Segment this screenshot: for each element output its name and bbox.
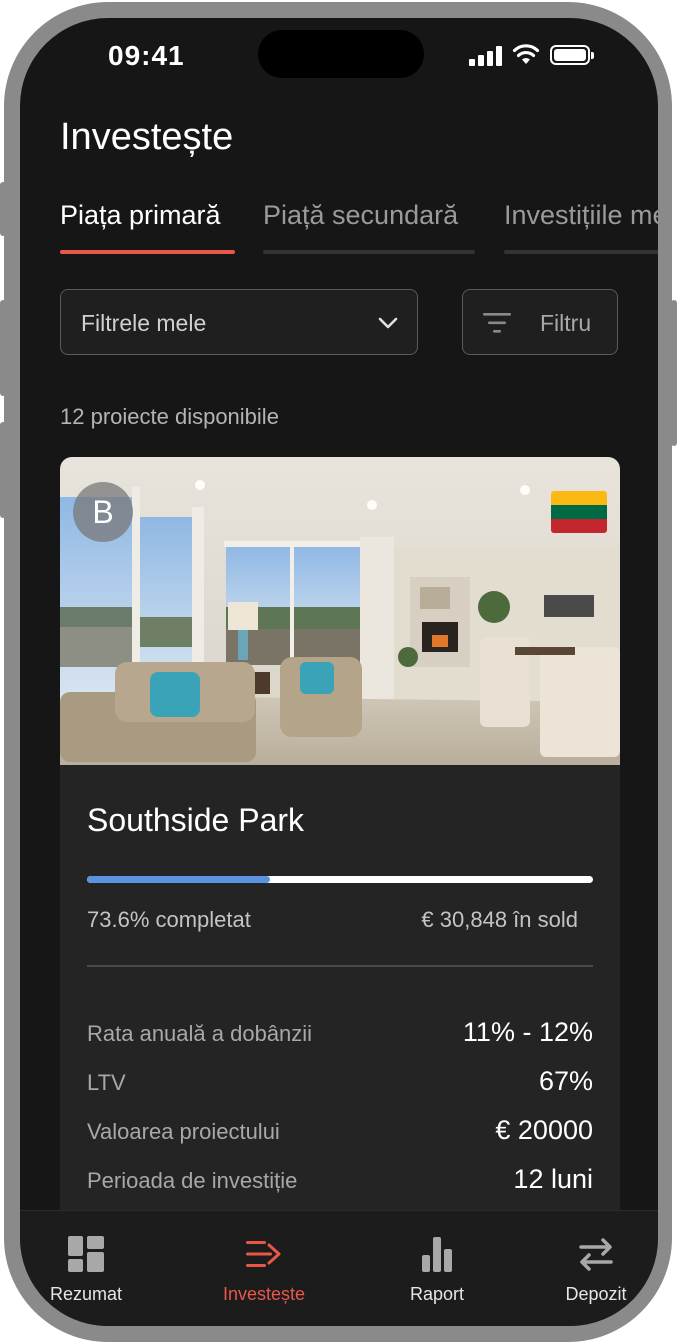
volume-down-button (0, 422, 6, 518)
tab-my-investments[interactable]: Investițiile mele (504, 200, 658, 256)
my-filters-label: Filtrele mele (81, 310, 207, 336)
filter-button-label: Filtru (540, 310, 592, 336)
my-filters-dropdown[interactable]: Filtrele mele (60, 289, 418, 355)
project-photo (60, 457, 620, 765)
nav-label: Rezumat (49, 1284, 123, 1304)
dashboard-icon (68, 1236, 104, 1272)
completed-percent: 73.6% completat (87, 907, 251, 932)
funding-progress-fill (87, 876, 271, 883)
tab-label: Piața primară (60, 200, 221, 230)
developer-avatar: B (73, 482, 133, 542)
nav-label: Depozit (565, 1284, 627, 1304)
mute-switch (0, 182, 6, 236)
nav-item-rezumat[interactable]: Rezumat (26, 1211, 146, 1311)
detail-label: LTV (87, 1070, 126, 1095)
projects-count: 12 proiecte disponibile (60, 404, 279, 429)
transfer-icon (579, 1238, 613, 1271)
divider (87, 965, 593, 967)
tab-label: Investițiile mele (504, 200, 658, 230)
tab-primary-market[interactable]: Piața primară (60, 200, 235, 256)
tab-indicator (504, 250, 658, 254)
nav-item-depozit[interactable]: Depozit (536, 1211, 656, 1311)
cellular-signal-icon (469, 46, 503, 66)
invest-icon (246, 1241, 281, 1267)
power-button (671, 300, 677, 446)
wifi-icon (512, 44, 540, 64)
battery-icon (550, 45, 594, 65)
tab-indicator (263, 250, 475, 254)
detail-row-investment-period: Perioada de investiție 12 luni (87, 1164, 593, 1198)
detail-value: 67% (538, 1066, 593, 1096)
detail-row-interest-rate: Rata anuală a dobânzii 11% - 12% (87, 1017, 593, 1051)
tab-bar: Piața primară Piață secundară Investiții… (60, 200, 658, 258)
bottom-navigation: Rezumat Investește Raport Depozit (20, 1210, 658, 1326)
detail-row-project-value: Valoarea proiectului € 20000 (87, 1115, 593, 1149)
detail-label: Perioada de investiție (87, 1168, 298, 1193)
lithuania-flag-icon (551, 491, 607, 533)
filter-button[interactable]: Filtru (462, 289, 618, 355)
detail-value: € 20000 (495, 1115, 593, 1145)
volume-up-button (0, 300, 6, 396)
status-time: 09:41 (108, 40, 185, 71)
chevron-down-icon (378, 317, 398, 329)
nav-label: Investește (222, 1284, 306, 1304)
detail-label: Rata anuală a dobânzii (87, 1021, 313, 1046)
filter-icon (483, 313, 511, 333)
detail-row-ltv: LTV 67% (87, 1066, 593, 1100)
tab-secondary-market[interactable]: Piață secundară (263, 200, 475, 256)
detail-value: 11% - 12% (462, 1017, 593, 1047)
bar-chart-icon (422, 1237, 452, 1272)
funding-progress-bar (87, 876, 593, 883)
project-card[interactable]: B Southside Park 73.6% completat € 30,84… (60, 457, 620, 1326)
page-title: Investește (60, 116, 234, 158)
nav-item-investeste[interactable]: Investește (204, 1211, 324, 1311)
nav-item-raport[interactable]: Raport (377, 1211, 497, 1311)
detail-value: 12 luni (513, 1164, 593, 1194)
screen: 09:41 Investește Piața primară Piață sec… (20, 18, 658, 1326)
project-name: Southside Park (87, 802, 305, 838)
detail-label: Valoarea proiectului (87, 1119, 280, 1144)
nav-label: Raport (409, 1284, 465, 1304)
dynamic-island (258, 30, 424, 78)
tab-label: Piață secundară (263, 200, 459, 230)
tab-indicator (60, 250, 235, 254)
remaining-balance: € 30,848 în sold (421, 907, 578, 932)
